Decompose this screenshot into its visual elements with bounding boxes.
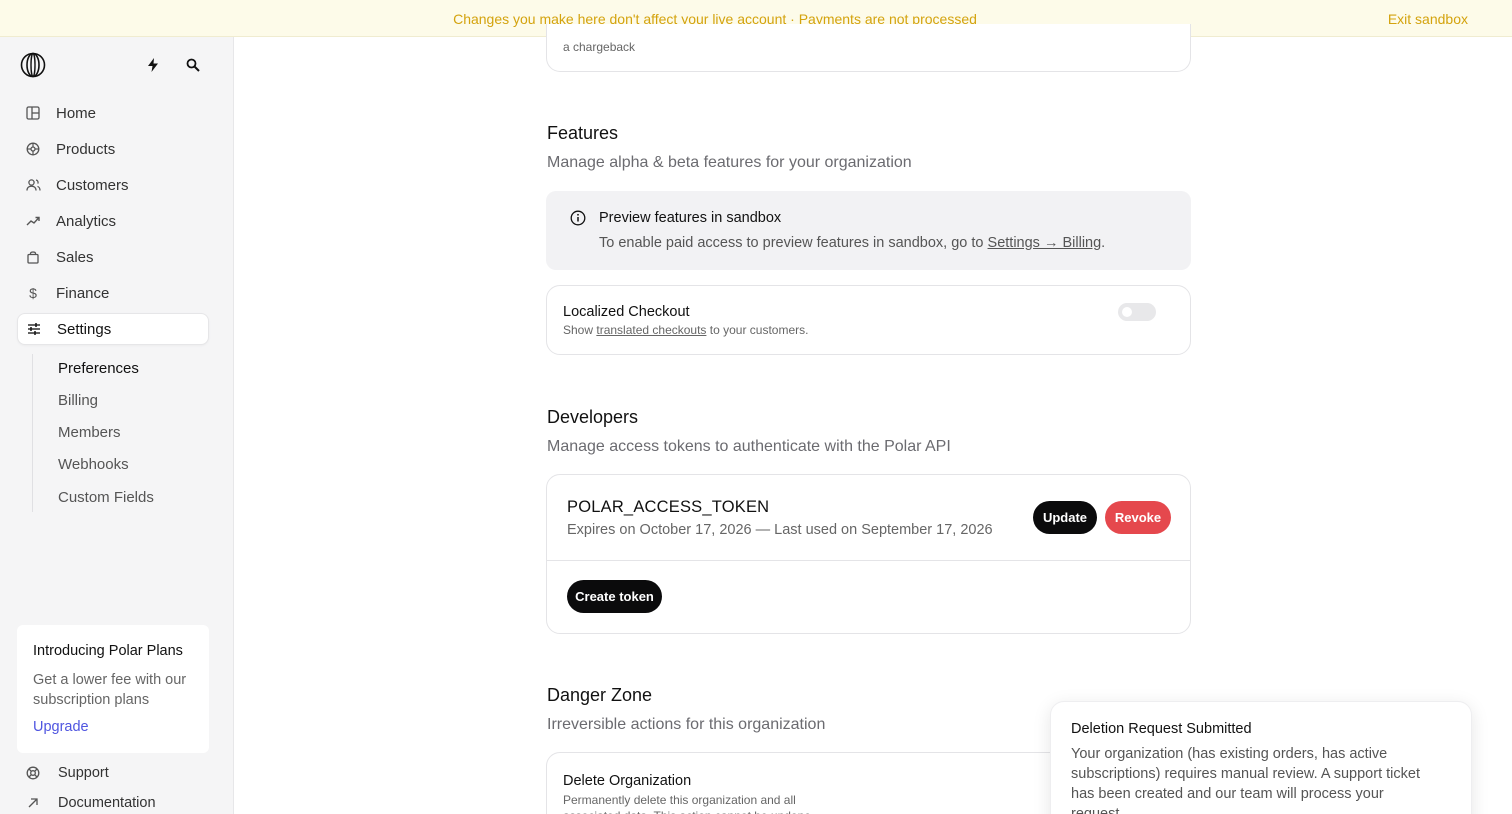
sidebar-item-products[interactable]: Products [17,133,209,165]
token-name: POLAR_ACCESS_TOKEN [567,498,770,516]
products-icon [25,141,41,157]
sidebar-item-home[interactable]: Home [17,97,209,129]
update-token-button[interactable]: Update [1033,501,1097,534]
subnav-custom-fields[interactable]: Custom Fields [58,489,154,506]
notice-title: Preview features in sandbox [599,210,782,226]
access-tokens-card: POLAR_ACCESS_TOKEN Expires on October 17… [546,474,1191,634]
external-arrow-icon [25,795,41,811]
toast-text: Your organization (has existing orders, … [1071,746,1420,814]
localized-checkout-toggle[interactable] [1118,303,1156,321]
polar-logo-icon[interactable] [20,52,46,78]
lightning-icon[interactable] [144,56,162,74]
sidebar-item-label: Home [56,104,97,122]
settings-billing-link[interactable]: Settings → Billing [988,235,1102,251]
sidebar-item-finance[interactable]: $ Finance [17,277,209,309]
translated-checkouts-link[interactable]: translated checkouts [596,323,706,337]
dollar-icon: $ [29,285,37,301]
desc-prefix: Show [563,323,597,337]
sandbox-preview-notice: Preview features in sandbox To enable pa… [546,191,1191,270]
token-meta: Expires on October 17, 2026 — Last used … [567,522,993,538]
sidebar-item-label: Analytics [56,212,117,230]
sidebar-item-label: Customers [56,176,129,194]
notice-text-body: To enable paid access to preview feature… [599,235,988,251]
sidebar-item-label: Finance [56,284,110,302]
sidebar-item-sales[interactable]: Sales [17,241,209,273]
features-title: Features [547,123,619,143]
polar-plans-promo: Introducing Polar Plans Get a lower fee … [17,625,209,753]
subnav-members[interactable]: Members [58,424,121,441]
desc-suffix: to your customers. [706,323,809,337]
sidebar-item-customers[interactable]: Customers [17,169,209,201]
sidebar-item-label: Settings [57,320,112,338]
sidebar-item-label: Documentation [58,795,156,811]
danger-zone-title: Danger Zone [547,685,653,705]
toast-title: Deletion Request Submitted [1071,721,1252,737]
sidebar-item-support[interactable]: Support [25,763,109,783]
subnav-preferences[interactable]: Preferences [58,360,139,377]
delete-org-desc: Permanently delete this organization and… [563,793,814,814]
sidebar-item-label: Sales [56,248,94,266]
settings-icon [26,321,42,337]
info-icon [570,210,586,226]
developers-subtitle: Manage access tokens to authenticate wit… [547,438,951,455]
create-token-button[interactable]: Create token [567,580,662,613]
sidebar-item-documentation[interactable]: Documentation [25,793,156,813]
sidebar-item-label: Products [56,140,116,158]
deletion-toast: Deletion Request Submitted Your organiza… [1050,701,1472,814]
localized-checkout-desc: Show translated checkouts to your custom… [563,323,808,337]
analytics-icon [25,213,41,229]
delete-org-title: Delete Organization [563,773,692,789]
promo-title: Introducing Polar Plans [33,643,183,659]
notice-text-suffix: . [1101,235,1106,251]
customers-icon [25,177,41,193]
support-icon [25,765,41,781]
home-icon [25,105,41,121]
subnav-billing[interactable]: Billing [58,392,98,409]
danger-zone-subtitle: Irreversible actions for this organizati… [547,716,826,733]
search-icon[interactable] [184,56,202,74]
notice-text: To enable paid access to preview feature… [599,235,1105,251]
localized-checkout-card: Localized Checkout Show translated check… [546,285,1191,355]
chargeback-card: a chargeback [546,24,1191,72]
subnav-webhooks[interactable]: Webhooks [58,456,129,473]
sales-icon [25,249,41,265]
sidebar-item-settings[interactable]: Settings [17,313,209,345]
features-subtitle: Manage alpha & beta features for your or… [547,154,912,171]
exit-sandbox-link[interactable]: Exit sandbox [1388,11,1468,27]
subnav-divider [32,354,33,512]
revoke-token-button[interactable]: Revoke [1105,501,1171,534]
sidebar-item-label: Support [58,765,109,781]
sidebar: Home Products Customers Analytics Sales … [0,37,234,814]
sidebar-item-analytics[interactable]: Analytics [17,205,209,237]
localized-checkout-title: Localized Checkout [563,304,690,320]
chargeback-text: a chargeback [563,40,636,54]
card-divider [547,560,1190,561]
upgrade-link[interactable]: Upgrade [33,719,89,735]
promo-text: Get a lower fee with our subscription pl… [33,672,187,708]
developers-title: Developers [547,407,639,427]
toggle-knob [1122,307,1132,317]
